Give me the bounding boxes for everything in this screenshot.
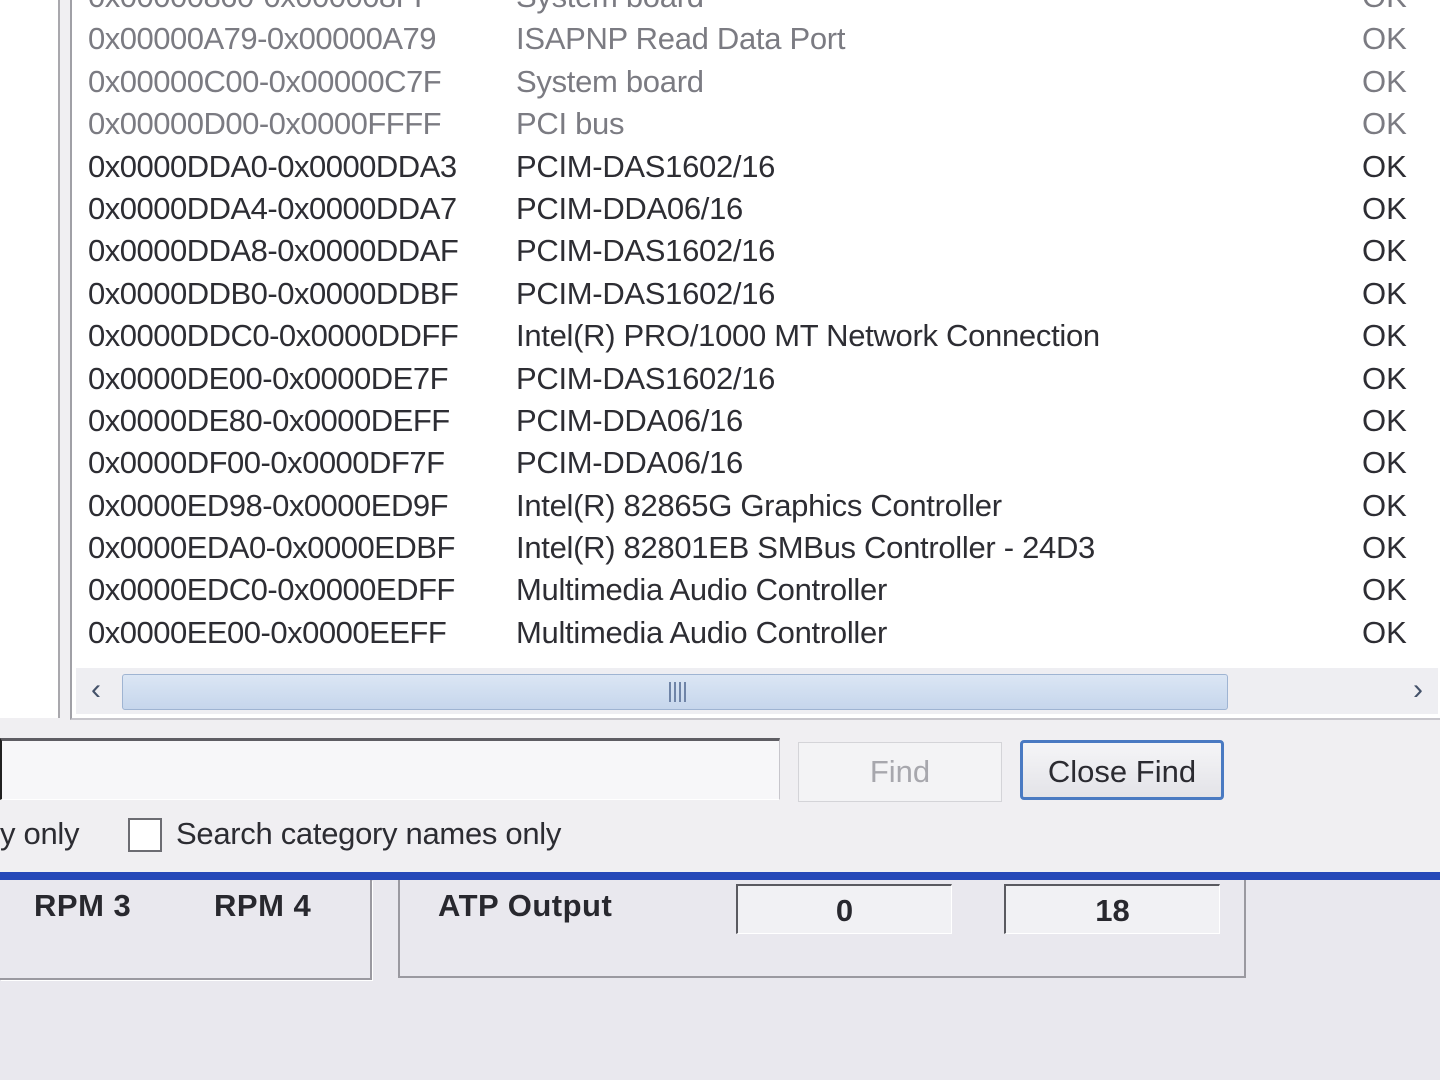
table-row[interactable]: 0x0000EDA0-0x0000EDBF Intel(R) 82801EB SM… xyxy=(72,527,1440,569)
find-button[interactable]: Find xyxy=(798,742,1002,802)
io-range-cell: 0x0000DE80-0x0000DEFF xyxy=(88,402,450,438)
device-cell: System board xyxy=(516,63,704,99)
status-cell: OK xyxy=(1362,21,1407,57)
rpm3-label: RPM 3 xyxy=(34,888,132,923)
status-cell: OK xyxy=(1362,106,1407,142)
status-cell: OK xyxy=(1362,233,1407,269)
status-cell: OK xyxy=(1362,572,1407,608)
table-row[interactable]: 0x0000DDB0-0x0000DDBF PCIM-DAS1602/16 OK xyxy=(72,273,1440,315)
io-range-cell: 0x0000DDC0-0x0000DDFF xyxy=(88,318,459,354)
search-selected-category-only-label[interactable]: y only xyxy=(0,816,79,852)
resources-list-view[interactable]: 0x00000860-0x000008FFSystem boardOK0x000… xyxy=(70,0,1440,720)
device-cell: PCIM-DDA06/16 xyxy=(516,402,743,438)
io-range-cell: 0x0000EE00-0x0000EEFF xyxy=(88,614,447,650)
atp-output-group: ATP Output 0 18 xyxy=(398,880,1246,978)
device-cell: PCI bus xyxy=(516,106,625,142)
io-range-cell: 0x00000860-0x000008FF xyxy=(88,0,433,18)
status-cell: OK xyxy=(1362,0,1407,18)
atp-output-value-1: 0 xyxy=(736,884,952,934)
table-row[interactable]: 0x00000A79-0x00000A79 ISAPNP Read Data Po… xyxy=(72,18,1440,60)
status-cell: OK xyxy=(1362,63,1407,99)
status-cell: OK xyxy=(1362,614,1407,650)
status-cell: OK xyxy=(1362,402,1407,438)
device-cell: PCIM-DAS1602/16 xyxy=(516,148,776,184)
device-cell: Multimedia Audio Controller xyxy=(516,614,887,650)
atp-output-label: ATP Output xyxy=(438,888,613,923)
category-tree-pane[interactable] xyxy=(0,0,60,718)
table-row[interactable]: 0x0000ED98-0x0000ED9F Intel(R) 82865G Gra… xyxy=(72,485,1440,527)
status-cell: OK xyxy=(1362,148,1407,184)
table-row[interactable]: 0x0000DDA4-0x0000DDA7 PCIM-DDA06/16 OK xyxy=(72,188,1440,230)
table-row[interactable]: 0x0000DDC0-0x0000DDFF Intel(R) PRO/1000 M… xyxy=(72,315,1440,357)
table-row[interactable]: 0x00000860-0x000008FF System board OK xyxy=(72,0,1440,18)
table-row[interactable]: 0x00000C00-0x00000C7F System board OK xyxy=(72,61,1440,103)
chevron-left-icon[interactable]: ‹ xyxy=(76,668,116,714)
table-row[interactable]: 0x0000DF00-0x0000DF7F PCIM-DDA06/16 OK xyxy=(72,442,1440,484)
status-cell: OK xyxy=(1362,530,1407,566)
table-row[interactable]: 0x0000DE00-0x0000DE7F PCIM-DAS1602/16 OK xyxy=(72,358,1440,400)
io-range-cell: 0x0000DDB0-0x0000DDBF xyxy=(88,275,459,311)
table-row[interactable]: 0x0000EE00-0x0000EEFF Multimedia Audio Co… xyxy=(72,612,1440,654)
table-row[interactable]: 0x0000DE80-0x0000DEFF PCIM-DDA06/16 OK xyxy=(72,400,1440,442)
rpm-group: RPM 3 RPM 4 xyxy=(0,880,372,980)
status-cell: OK xyxy=(1362,190,1407,226)
io-range-cell: 0x00000D00-0x0000FFFF xyxy=(88,106,442,142)
table-row[interactable]: 0x0000DDA8-0x0000DDAF PCIM-DAS1602/16 OK xyxy=(72,230,1440,272)
scrollbar-thumb[interactable] xyxy=(122,674,1228,710)
device-cell: Intel(R) PRO/1000 MT Network Connection xyxy=(516,318,1100,354)
horizontal-scrollbar[interactable]: ‹ › xyxy=(76,668,1438,714)
device-cell: Intel(R) 82865G Graphics Controller xyxy=(516,487,1002,523)
status-cell: OK xyxy=(1362,360,1407,396)
io-range-cell: 0x0000DE00-0x0000DE7F xyxy=(88,360,449,396)
io-range-cell: 0x00000A79-0x00000A79 xyxy=(88,21,437,57)
status-panel: RPM 3 RPM 4 ATP Output 0 18 xyxy=(0,880,1440,1080)
table-row[interactable]: 0x0000DDA0-0x0000DDA3 PCIM-DAS1602/16 OK xyxy=(72,146,1440,188)
io-range-cell: 0x0000DDA0-0x0000DDA3 xyxy=(88,148,457,184)
status-cell: OK xyxy=(1362,318,1407,354)
io-range-cell: 0x0000EDA0-0x0000EDBF xyxy=(88,530,455,566)
rpm4-label: RPM 4 xyxy=(214,888,312,923)
device-cell: Multimedia Audio Controller xyxy=(516,572,887,608)
io-range-cell: 0x0000EDC0-0x0000EDFF xyxy=(88,572,455,608)
grip-icon xyxy=(669,682,687,702)
device-cell: PCIM-DAS1602/16 xyxy=(516,233,776,269)
device-cell: PCIM-DAS1602/16 xyxy=(516,360,776,396)
io-range-cell: 0x0000DDA8-0x0000DDAF xyxy=(88,233,459,269)
device-cell: PCIM-DDA06/16 xyxy=(516,190,743,226)
chevron-right-icon[interactable]: › xyxy=(1398,668,1438,714)
status-cell: OK xyxy=(1362,445,1407,481)
io-range-cell: 0x0000DF00-0x0000DF7F xyxy=(88,445,445,481)
device-cell: PCIM-DAS1602/16 xyxy=(516,275,776,311)
window-divider xyxy=(0,872,1440,880)
io-range-cell: 0x0000ED98-0x0000ED9F xyxy=(88,487,449,523)
system-information-dialog: 0x00000860-0x000008FFSystem boardOK0x000… xyxy=(0,0,1440,872)
device-cell: System board xyxy=(516,0,704,18)
table-row[interactable]: 0x00000D00-0x0000FFFF PCI bus OK xyxy=(72,103,1440,145)
device-cell: ISAPNP Read Data Port xyxy=(516,21,846,57)
atp-output-value-2: 18 xyxy=(1004,884,1220,934)
table-row[interactable]: 0x0000EDC0-0x0000EDFF Multimedia Audio Co… xyxy=(72,569,1440,611)
io-range-cell: 0x0000DDA4-0x0000DDA7 xyxy=(88,190,457,226)
status-cell: OK xyxy=(1362,487,1407,523)
io-range-cell: 0x00000C00-0x00000C7F xyxy=(88,63,442,99)
search-category-names-label[interactable]: Search category names only xyxy=(176,816,561,852)
find-what-input[interactable] xyxy=(0,738,780,800)
close-find-button[interactable]: Close Find xyxy=(1020,740,1224,800)
status-cell: OK xyxy=(1362,275,1407,311)
resources-rows: 0x00000860-0x000008FFSystem boardOK0x000… xyxy=(72,0,1440,654)
device-cell: PCIM-DDA06/16 xyxy=(516,445,743,481)
search-category-names-checkbox[interactable] xyxy=(128,818,162,852)
device-cell: Intel(R) 82801EB SMBus Controller - 24D3 xyxy=(516,530,1095,566)
